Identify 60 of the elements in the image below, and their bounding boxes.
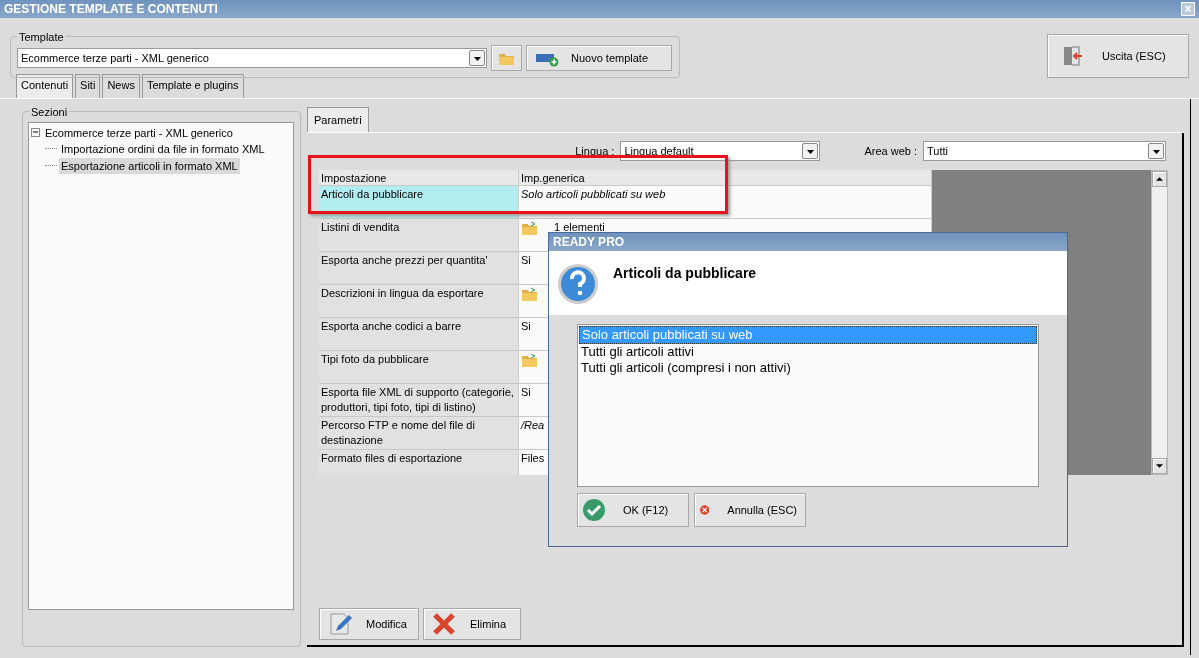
table-cell: Descrizioni in lingua da esportare (319, 285, 519, 318)
scrollbar[interactable] (1151, 170, 1168, 475)
scroll-up-button[interactable] (1152, 171, 1167, 187)
delete-button[interactable]: Elimina (423, 608, 521, 640)
delete-x-icon (432, 612, 456, 636)
combo-text: Lingua default (624, 143, 694, 159)
tab[interactable]: Siti (75, 74, 101, 98)
table-cell: Files (521, 451, 545, 466)
table-cell: Si (521, 385, 531, 400)
field-label: Area web : (864, 143, 917, 159)
table-cell: 1 elementi (554, 220, 605, 235)
list-option[interactable]: Tutti gli articoli (compresi i non attivi) (579, 360, 1037, 376)
dialog-heading: Articoli da pubblicare (613, 264, 757, 283)
tab[interactable]: Contenuti (16, 74, 74, 98)
exit-door-icon (1062, 44, 1084, 68)
caret-icon (472, 54, 482, 62)
table-cell: Percorso FTP e nome del file di destinazione (319, 417, 519, 450)
tree-item[interactable]: Ecommerce terze parti - XML generico (43, 124, 235, 141)
tab[interactable]: Template e plugins (141, 74, 244, 98)
table-cell: Si (521, 319, 531, 334)
folder-icon (521, 286, 538, 302)
caret-icon (1151, 147, 1161, 155)
edit-document-icon (328, 612, 352, 636)
list-option[interactable]: Tutti gli articoli attivi (579, 344, 1037, 360)
table-cell: Si (521, 253, 531, 268)
table-cell: Solo articoli pubblicati su web (521, 187, 666, 202)
tree-item[interactable]: Importazione ordini da file in formato XML (59, 141, 267, 158)
exit-button[interactable]: Uscita (ESC) (1047, 34, 1189, 78)
combo-text: Ecommerce terze parti - XML generico (21, 50, 209, 66)
expander-icon[interactable] (31, 128, 40, 138)
template-dropdown[interactable]: Ecommerce terze parti - XML generico (17, 48, 487, 68)
combo-text: Tutti (927, 143, 948, 159)
table-cell: Articoli da pubblicare (319, 186, 519, 219)
tab[interactable]: News (102, 74, 140, 98)
ok-button[interactable]: OK (F12) (577, 493, 689, 527)
folder-icon (521, 352, 538, 368)
new-template-button[interactable]: Nuovo template (526, 45, 672, 71)
tab[interactable]: Parametri (307, 106, 369, 132)
caret-icon (805, 147, 815, 155)
column-header: Impostazione (319, 170, 519, 186)
area-dropdown[interactable]: Tutti (923, 141, 1166, 161)
table-cell: Esporta anche codici a barre (319, 318, 519, 351)
table-cell: Esporta anche prezzi per quantita' (319, 252, 519, 285)
edit-button[interactable]: Modifica (319, 608, 419, 640)
cancel-button[interactable]: Annulla (ESC) (694, 493, 806, 527)
window-title: GESTIONE TEMPLATE E CONTENUTI (4, 1, 218, 18)
scroll-down-button[interactable] (1152, 458, 1167, 474)
table-cell: Listini di vendita (319, 219, 519, 252)
checkmark-icon (583, 499, 605, 521)
table-cell: Esporta file XML di supporto (categorie, produttori, tipi foto, tipi di listino) (319, 384, 519, 417)
down-arrow-icon (1156, 463, 1163, 469)
dialog-title: READY PRO (549, 233, 1067, 251)
table-cell: /Rea (521, 418, 545, 433)
tree-item[interactable]: Esportazione articoli in formato XML (59, 157, 240, 174)
table-cell: Formato files di esportazione (319, 450, 519, 475)
question-icon (557, 263, 599, 305)
column-header: Imp.generica (519, 170, 932, 186)
folder-icon (521, 220, 538, 236)
table-cell: Tipi foto da pubblicare (319, 351, 519, 384)
up-arrow-icon (1156, 176, 1163, 182)
